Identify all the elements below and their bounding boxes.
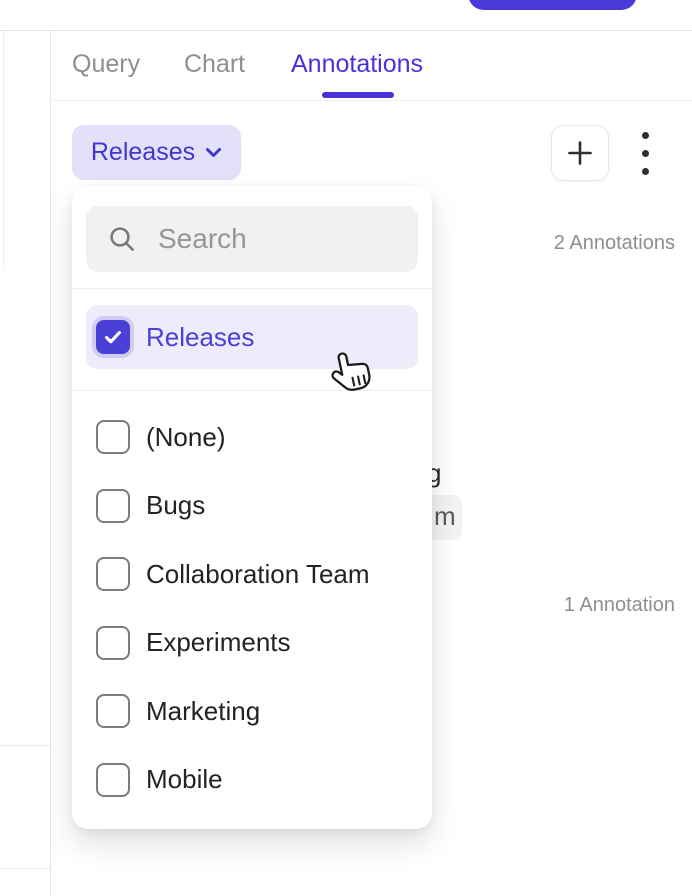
chevron-down-icon — [205, 147, 222, 158]
annotation-count-bottom: 1 Annotation — [564, 594, 675, 617]
plus-icon — [565, 138, 595, 168]
dropdown-option-row[interactable]: Collaboration Team — [86, 557, 418, 591]
checkmark-icon — [102, 326, 124, 348]
search-icon — [106, 223, 138, 255]
dropdown-options-list: (None) Bugs Collaboration Team Experimen… — [86, 420, 418, 797]
option-label: Experiments — [146, 627, 291, 658]
dropdown-option-row[interactable]: (None) — [86, 420, 418, 454]
dropdown-divider — [72, 288, 432, 289]
top-divider — [0, 30, 692, 31]
checkbox-checked[interactable] — [96, 320, 130, 354]
kebab-menu-icon — [642, 132, 649, 139]
option-label: Mobile — [146, 764, 223, 795]
dropdown-option-row[interactable]: Bugs — [86, 489, 418, 523]
more-options-button[interactable] — [633, 125, 657, 181]
checkbox-unchecked[interactable] — [96, 420, 130, 454]
releases-filter-button[interactable]: Releases — [72, 125, 241, 180]
tab-annotations[interactable]: Annotations — [291, 50, 423, 79]
checkbox-unchecked[interactable] — [96, 694, 130, 728]
dropdown-option-row[interactable]: Experiments — [86, 626, 418, 660]
option-label: (None) — [146, 422, 225, 453]
app-window: Query Chart Annotations Releases 2 Annot… — [0, 0, 692, 896]
tab-query[interactable]: Query — [72, 50, 140, 79]
option-label: Collaboration Team — [146, 559, 370, 590]
left-panel-border — [3, 31, 4, 269]
search-input[interactable] — [156, 222, 398, 256]
add-annotation-button[interactable] — [551, 125, 609, 181]
checkbox-unchecked[interactable] — [96, 557, 130, 591]
active-tab-underline — [322, 92, 394, 98]
dropdown-option-row[interactable]: Marketing — [86, 694, 418, 728]
option-label: Bugs — [146, 490, 205, 521]
checkbox-unchecked[interactable] — [96, 489, 130, 523]
primary-action-button-partial[interactable] — [468, 0, 637, 10]
tabs-divider — [50, 100, 692, 101]
gutter-row-divider — [0, 745, 50, 746]
annotation-count-top: 2 Annotations — [554, 232, 675, 255]
search-field[interactable] — [86, 206, 418, 272]
checkbox-unchecked[interactable] — [96, 763, 130, 797]
annotation-filter-dropdown: Releases (None) Bugs Collaboration Team — [72, 186, 432, 829]
checkbox-unchecked[interactable] — [96, 626, 130, 660]
filter-button-label: Releases — [91, 138, 195, 167]
dropdown-option-row[interactable]: Mobile — [86, 763, 418, 797]
sidebar-divider — [50, 31, 51, 896]
tab-chart[interactable]: Chart — [184, 50, 245, 79]
option-label: Marketing — [146, 696, 260, 727]
gutter-row-divider — [0, 868, 50, 869]
occluded-chip-text: m — [434, 501, 456, 532]
selected-option-label: Releases — [146, 322, 254, 353]
